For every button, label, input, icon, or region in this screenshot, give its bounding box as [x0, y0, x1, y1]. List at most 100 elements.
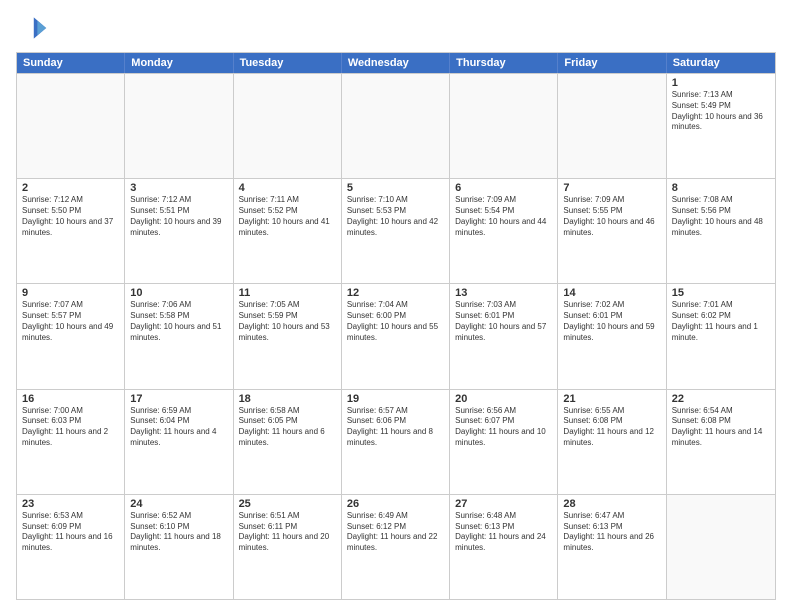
weekday-header-friday: Friday	[558, 53, 666, 73]
calendar-cell-4-2: 25Sunrise: 6:51 AM Sunset: 6:11 PM Dayli…	[234, 495, 342, 599]
day-number: 24	[130, 498, 227, 510]
day-number: 8	[672, 182, 770, 194]
calendar-cell-1-0: 2Sunrise: 7:12 AM Sunset: 5:50 PM Daylig…	[17, 179, 125, 283]
day-info: Sunrise: 7:08 AM Sunset: 5:56 PM Dayligh…	[672, 195, 770, 238]
weekday-header-sunday: Sunday	[17, 53, 125, 73]
day-info: Sunrise: 7:00 AM Sunset: 6:03 PM Dayligh…	[22, 406, 119, 449]
weekday-header-saturday: Saturday	[667, 53, 775, 73]
calendar-cell-4-0: 23Sunrise: 6:53 AM Sunset: 6:09 PM Dayli…	[17, 495, 125, 599]
calendar-cell-2-0: 9Sunrise: 7:07 AM Sunset: 5:57 PM Daylig…	[17, 284, 125, 388]
calendar-cell-1-1: 3Sunrise: 7:12 AM Sunset: 5:51 PM Daylig…	[125, 179, 233, 283]
day-number: 18	[239, 393, 336, 405]
calendar-row-0: 1Sunrise: 7:13 AM Sunset: 5:49 PM Daylig…	[17, 73, 775, 178]
calendar-cell-4-6	[667, 495, 775, 599]
day-number: 11	[239, 287, 336, 299]
day-info: Sunrise: 6:49 AM Sunset: 6:12 PM Dayligh…	[347, 511, 444, 554]
day-number: 16	[22, 393, 119, 405]
day-info: Sunrise: 7:12 AM Sunset: 5:50 PM Dayligh…	[22, 195, 119, 238]
calendar: SundayMondayTuesdayWednesdayThursdayFrid…	[16, 52, 776, 600]
calendar-row-4: 23Sunrise: 6:53 AM Sunset: 6:09 PM Dayli…	[17, 494, 775, 599]
weekday-header-monday: Monday	[125, 53, 233, 73]
day-number: 26	[347, 498, 444, 510]
day-info: Sunrise: 6:53 AM Sunset: 6:09 PM Dayligh…	[22, 511, 119, 554]
day-number: 15	[672, 287, 770, 299]
day-info: Sunrise: 7:10 AM Sunset: 5:53 PM Dayligh…	[347, 195, 444, 238]
day-number: 17	[130, 393, 227, 405]
calendar-cell-2-6: 15Sunrise: 7:01 AM Sunset: 6:02 PM Dayli…	[667, 284, 775, 388]
day-number: 3	[130, 182, 227, 194]
weekday-header-tuesday: Tuesday	[234, 53, 342, 73]
day-info: Sunrise: 6:54 AM Sunset: 6:08 PM Dayligh…	[672, 406, 770, 449]
day-number: 14	[563, 287, 660, 299]
day-number: 28	[563, 498, 660, 510]
calendar-cell-4-3: 26Sunrise: 6:49 AM Sunset: 6:12 PM Dayli…	[342, 495, 450, 599]
day-number: 20	[455, 393, 552, 405]
day-number: 22	[672, 393, 770, 405]
calendar-body: 1Sunrise: 7:13 AM Sunset: 5:49 PM Daylig…	[17, 73, 775, 599]
calendar-cell-1-5: 7Sunrise: 7:09 AM Sunset: 5:55 PM Daylig…	[558, 179, 666, 283]
calendar-cell-2-1: 10Sunrise: 7:06 AM Sunset: 5:58 PM Dayli…	[125, 284, 233, 388]
calendar-cell-3-3: 19Sunrise: 6:57 AM Sunset: 6:06 PM Dayli…	[342, 390, 450, 494]
calendar-cell-1-6: 8Sunrise: 7:08 AM Sunset: 5:56 PM Daylig…	[667, 179, 775, 283]
calendar-cell-4-1: 24Sunrise: 6:52 AM Sunset: 6:10 PM Dayli…	[125, 495, 233, 599]
day-info: Sunrise: 6:59 AM Sunset: 6:04 PM Dayligh…	[130, 406, 227, 449]
day-number: 12	[347, 287, 444, 299]
weekday-header-thursday: Thursday	[450, 53, 558, 73]
calendar-cell-2-4: 13Sunrise: 7:03 AM Sunset: 6:01 PM Dayli…	[450, 284, 558, 388]
day-number: 23	[22, 498, 119, 510]
calendar-cell-3-6: 22Sunrise: 6:54 AM Sunset: 6:08 PM Dayli…	[667, 390, 775, 494]
calendar-cell-3-2: 18Sunrise: 6:58 AM Sunset: 6:05 PM Dayli…	[234, 390, 342, 494]
day-info: Sunrise: 7:07 AM Sunset: 5:57 PM Dayligh…	[22, 300, 119, 343]
calendar-cell-0-5	[558, 74, 666, 178]
day-number: 9	[22, 287, 119, 299]
day-number: 4	[239, 182, 336, 194]
day-number: 13	[455, 287, 552, 299]
calendar-cell-2-2: 11Sunrise: 7:05 AM Sunset: 5:59 PM Dayli…	[234, 284, 342, 388]
calendar-cell-0-1	[125, 74, 233, 178]
calendar-row-2: 9Sunrise: 7:07 AM Sunset: 5:57 PM Daylig…	[17, 283, 775, 388]
day-info: Sunrise: 7:09 AM Sunset: 5:55 PM Dayligh…	[563, 195, 660, 238]
day-info: Sunrise: 6:57 AM Sunset: 6:06 PM Dayligh…	[347, 406, 444, 449]
day-info: Sunrise: 6:48 AM Sunset: 6:13 PM Dayligh…	[455, 511, 552, 554]
logo-icon	[16, 12, 48, 44]
calendar-cell-3-0: 16Sunrise: 7:00 AM Sunset: 6:03 PM Dayli…	[17, 390, 125, 494]
day-info: Sunrise: 6:56 AM Sunset: 6:07 PM Dayligh…	[455, 406, 552, 449]
day-info: Sunrise: 7:13 AM Sunset: 5:49 PM Dayligh…	[672, 90, 770, 133]
calendar-header: SundayMondayTuesdayWednesdayThursdayFrid…	[17, 53, 775, 73]
day-number: 2	[22, 182, 119, 194]
calendar-cell-0-2	[234, 74, 342, 178]
calendar-cell-0-3	[342, 74, 450, 178]
calendar-cell-0-0	[17, 74, 125, 178]
weekday-header-wednesday: Wednesday	[342, 53, 450, 73]
calendar-cell-1-3: 5Sunrise: 7:10 AM Sunset: 5:53 PM Daylig…	[342, 179, 450, 283]
day-info: Sunrise: 7:02 AM Sunset: 6:01 PM Dayligh…	[563, 300, 660, 343]
calendar-cell-0-6: 1Sunrise: 7:13 AM Sunset: 5:49 PM Daylig…	[667, 74, 775, 178]
day-info: Sunrise: 6:47 AM Sunset: 6:13 PM Dayligh…	[563, 511, 660, 554]
calendar-cell-1-4: 6Sunrise: 7:09 AM Sunset: 5:54 PM Daylig…	[450, 179, 558, 283]
page: SundayMondayTuesdayWednesdayThursdayFrid…	[0, 0, 792, 612]
day-info: Sunrise: 7:01 AM Sunset: 6:02 PM Dayligh…	[672, 300, 770, 343]
calendar-cell-3-4: 20Sunrise: 6:56 AM Sunset: 6:07 PM Dayli…	[450, 390, 558, 494]
day-info: Sunrise: 7:11 AM Sunset: 5:52 PM Dayligh…	[239, 195, 336, 238]
day-info: Sunrise: 7:04 AM Sunset: 6:00 PM Dayligh…	[347, 300, 444, 343]
day-number: 6	[455, 182, 552, 194]
day-info: Sunrise: 6:51 AM Sunset: 6:11 PM Dayligh…	[239, 511, 336, 554]
day-number: 25	[239, 498, 336, 510]
logo	[16, 12, 52, 44]
day-info: Sunrise: 6:55 AM Sunset: 6:08 PM Dayligh…	[563, 406, 660, 449]
day-number: 27	[455, 498, 552, 510]
calendar-row-3: 16Sunrise: 7:00 AM Sunset: 6:03 PM Dayli…	[17, 389, 775, 494]
day-info: Sunrise: 7:09 AM Sunset: 5:54 PM Dayligh…	[455, 195, 552, 238]
day-number: 10	[130, 287, 227, 299]
calendar-cell-3-5: 21Sunrise: 6:55 AM Sunset: 6:08 PM Dayli…	[558, 390, 666, 494]
day-number: 5	[347, 182, 444, 194]
calendar-cell-2-5: 14Sunrise: 7:02 AM Sunset: 6:01 PM Dayli…	[558, 284, 666, 388]
day-info: Sunrise: 7:06 AM Sunset: 5:58 PM Dayligh…	[130, 300, 227, 343]
calendar-row-1: 2Sunrise: 7:12 AM Sunset: 5:50 PM Daylig…	[17, 178, 775, 283]
day-number: 1	[672, 77, 770, 89]
day-number: 21	[563, 393, 660, 405]
day-number: 19	[347, 393, 444, 405]
calendar-cell-0-4	[450, 74, 558, 178]
calendar-cell-1-2: 4Sunrise: 7:11 AM Sunset: 5:52 PM Daylig…	[234, 179, 342, 283]
day-info: Sunrise: 6:52 AM Sunset: 6:10 PM Dayligh…	[130, 511, 227, 554]
